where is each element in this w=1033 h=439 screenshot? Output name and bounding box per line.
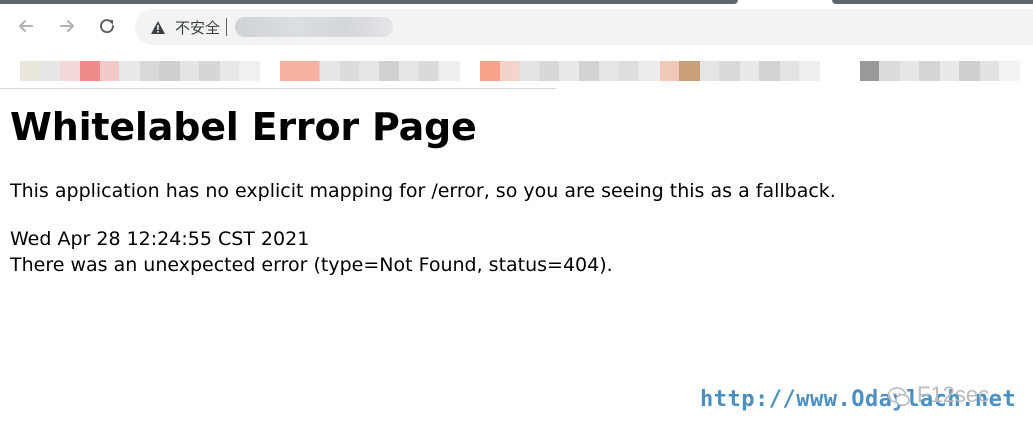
url-text-redacted[interactable] (235, 17, 394, 37)
error-timestamp: Wed Apr 28 12:24:55 CST 2021 (10, 228, 310, 250)
error-explanation: This application has no explicit mapping… (10, 180, 836, 202)
security-status-label[interactable]: 不安全 (175, 17, 220, 38)
address-separator (226, 18, 228, 36)
error-detail: There was an unexpected error (type=Not … (10, 254, 613, 276)
active-tab-edge[interactable] (0, 0, 738, 4)
reload-button[interactable] (93, 12, 121, 40)
inactive-tab-edge[interactable] (832, 0, 1033, 4)
bookmark-item[interactable] (660, 61, 820, 81)
bookmark-item[interactable] (100, 61, 260, 81)
back-button[interactable] (12, 12, 40, 40)
wechat-logo-icon (887, 387, 910, 407)
address-bar[interactable]: 不安全 (135, 9, 1033, 45)
page-title: Whitelabel Error Page (10, 105, 477, 149)
forward-button[interactable] (53, 12, 81, 40)
arrow-right-icon (60, 20, 74, 32)
bookmark-item[interactable] (860, 61, 1020, 81)
page-content: Whitelabel Error Page This application h… (0, 89, 1033, 439)
browser-toolbar: 不安全 (0, 6, 1033, 50)
bookmarks-bar (0, 50, 1033, 88)
reload-icon (100, 19, 115, 34)
bookmark-item[interactable] (480, 61, 660, 81)
arrow-left-icon (19, 20, 33, 32)
bookmark-item[interactable] (280, 61, 460, 81)
watermark-brand: F12sec (917, 382, 990, 407)
warning-triangle-icon[interactable] (149, 18, 167, 36)
bookmark-item[interactable] (20, 61, 100, 81)
